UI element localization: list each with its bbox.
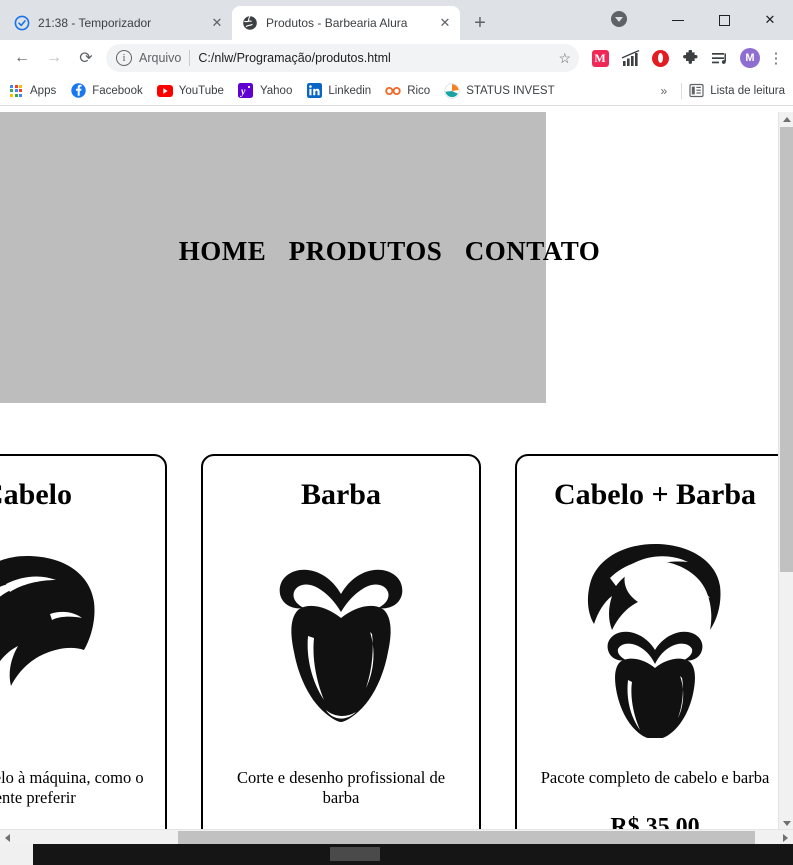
profile-avatar[interactable]: M — [738, 46, 762, 70]
url-text[interactable]: C:/nlw/Programação/produtos.html — [198, 51, 552, 65]
minimize-button[interactable] — [655, 4, 701, 36]
omnibox-divider — [189, 50, 191, 66]
globe-icon — [242, 15, 258, 31]
tab-close-button[interactable]: ✕ — [436, 14, 454, 32]
product-title: Cabelo + Barba — [553, 478, 757, 511]
product-title: Cabelo — [0, 478, 72, 511]
close-window-button[interactable]: ✕ — [747, 4, 793, 36]
reading-list-icon — [688, 83, 704, 99]
bookmark-youtube[interactable]: YouTube — [156, 83, 224, 99]
forward-button[interactable]: → — [40, 44, 68, 72]
page-info-icon[interactable]: i — [116, 50, 132, 66]
opera-extension-icon[interactable] — [648, 46, 672, 70]
bookmark-label: Yahoo — [259, 84, 293, 97]
vertical-scrollbar-thumb[interactable] — [780, 127, 793, 572]
product-card-barba[interactable]: Barba Corte e desenho profissional de ba… — [201, 454, 481, 844]
bookmark-label: Linkedin — [328, 84, 372, 97]
os-taskbar — [0, 844, 793, 865]
address-bar[interactable]: i Arquivo C:/nlw/Programação/produtos.ht… — [106, 44, 579, 72]
tab-strip: 21:38 - Temporizador ✕ Produtos - Barbea… — [0, 0, 793, 40]
bookmark-facebook[interactable]: Facebook — [70, 83, 143, 99]
product-description: Corte e desenho profissional de barba — [236, 768, 446, 807]
browser-toolbar: ← → ⟳ i Arquivo C:/nlw/Programação/produ… — [0, 40, 793, 76]
chevron-down-icon[interactable] — [611, 11, 627, 27]
browser-menu-button[interactable]: ⋮ — [765, 51, 787, 66]
bookmark-label: STATUS INVEST — [466, 84, 555, 97]
reload-button[interactable]: ⟳ — [72, 44, 100, 72]
scroll-left-arrow-icon[interactable] — [0, 830, 15, 845]
browser-window: 21:38 - Temporizador ✕ Produtos - Barbea… — [0, 0, 793, 865]
window-controls: ✕ — [611, 0, 793, 40]
bookmark-label: Apps — [30, 84, 57, 97]
bookmarks-bar-right: » Lista de leitura — [653, 82, 785, 99]
back-button[interactable]: ← — [8, 44, 36, 72]
beard-icon — [246, 535, 436, 740]
svg-text:y: y — [240, 87, 246, 98]
tab-title: Produtos - Barbearia Alura — [266, 16, 408, 30]
nav-link-produtos[interactable]: PRODUTOS — [289, 236, 443, 266]
product-title: Barba — [300, 478, 381, 511]
extensions-area: M M ⋮ — [585, 46, 787, 70]
browser-tab-temporizador[interactable]: 21:38 - Temporizador ✕ — [4, 6, 232, 40]
bookmark-label: Rico — [407, 84, 431, 97]
vertical-scrollbar[interactable] — [778, 112, 793, 831]
bookmark-label: Facebook — [92, 84, 143, 97]
bookmarks-overflow-button[interactable]: » — [653, 84, 676, 98]
product-description: Pacote completo de cabelo e barba — [540, 768, 770, 787]
taskbar-start-area[interactable] — [0, 844, 33, 865]
product-card-list: Cabelo Corte de cabelo à máquina, como o… — [0, 454, 793, 844]
site-navigation: HOME PRODUTOS CONTATO — [0, 236, 779, 267]
nav-link-contato[interactable]: CONTATO — [465, 236, 601, 266]
chart-extension-icon[interactable] — [618, 46, 642, 70]
bookmark-rico[interactable]: Rico — [385, 83, 430, 99]
product-card-cabelo[interactable]: Cabelo Corte de cabelo à máquina, como o… — [0, 454, 167, 844]
status-invest-icon — [444, 82, 460, 99]
web-page: HOME PRODUTOS CONTATO Cabelo — [0, 112, 793, 844]
bookmark-yahoo[interactable]: y Yahoo — [238, 83, 292, 99]
youtube-icon — [156, 83, 173, 99]
hair-icon — [0, 535, 122, 740]
rico-icon — [385, 83, 401, 99]
browser-tab-produtos[interactable]: Produtos - Barbearia Alura ✕ — [232, 6, 460, 40]
scroll-up-arrow-icon[interactable] — [779, 112, 793, 127]
bookmarks-bar: Apps Facebook YouTube y Yahoo Linkedin R… — [0, 76, 793, 106]
product-card-cabelo-barba[interactable]: Cabelo + Barba Pacote completo de cabelo… — [515, 454, 793, 844]
scroll-right-arrow-icon[interactable] — [778, 830, 793, 845]
bookmark-status-invest[interactable]: STATUS INVEST — [444, 82, 555, 99]
puzzle-extensions-icon[interactable] — [678, 46, 702, 70]
bookmark-star-icon[interactable]: ☆ — [558, 50, 571, 67]
timer-check-icon — [14, 15, 30, 31]
tab-title: 21:38 - Temporizador — [38, 16, 152, 30]
horizontal-scrollbar-thumb[interactable] — [178, 831, 755, 844]
yahoo-icon: y — [238, 83, 254, 99]
bookmarks-divider — [681, 82, 683, 99]
maximize-button[interactable] — [701, 4, 747, 36]
page-viewport: HOME PRODUTOS CONTATO Cabelo — [0, 112, 793, 844]
horizontal-scrollbar[interactable] — [0, 829, 793, 844]
apps-grid-icon — [8, 83, 24, 99]
product-description: Corte de cabelo à máquina, como o client… — [0, 768, 144, 807]
taskbar-window-button[interactable] — [330, 847, 380, 861]
hair-beard-icon — [560, 535, 750, 740]
linkedin-icon — [306, 83, 322, 99]
tab-close-button[interactable]: ✕ — [208, 14, 226, 32]
bookmark-apps[interactable]: Apps — [8, 83, 56, 99]
url-scheme-label: Arquivo — [139, 51, 182, 65]
new-tab-button[interactable]: + — [466, 9, 494, 37]
nav-link-home[interactable]: HOME — [179, 236, 267, 266]
bookmark-label: YouTube — [178, 84, 224, 97]
mega-extension-icon[interactable]: M — [588, 46, 612, 70]
facebook-icon — [70, 83, 86, 99]
playlist-extension-icon[interactable] — [708, 46, 732, 70]
bookmark-linkedin[interactable]: Linkedin — [306, 83, 371, 99]
reading-list-label[interactable]: Lista de leitura — [710, 85, 785, 97]
